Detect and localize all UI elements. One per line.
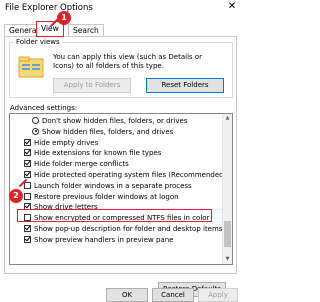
tab-search[interactable]: Search <box>68 24 104 36</box>
checkbox[interactable] <box>24 138 31 146</box>
highlight-annotation-box <box>17 209 212 222</box>
scroll-up-icon[interactable]: ▲ <box>223 114 232 123</box>
title-bar: File Explorer Options ✕ <box>0 0 241 16</box>
option-label: Hide empty drives <box>34 138 99 147</box>
reset-folders-button[interactable]: Reset Folders <box>146 78 224 93</box>
checkbox-option[interactable]: Hide empty drives <box>10 138 220 148</box>
option-label: Don't show hidden files, folders, or dri… <box>42 117 188 125</box>
tab-strip: General View Search <box>4 21 237 37</box>
checkbox-option[interactable]: Hide protected operating system files (R… <box>10 170 226 180</box>
option-label: Show hidden files, folders, and drives <box>42 127 174 136</box>
window-title: File Explorer Options <box>5 3 93 13</box>
scrollbar-thumb[interactable] <box>224 221 231 247</box>
checkbox[interactable] <box>24 192 31 200</box>
option-label: Show preview handlers in preview pane <box>34 235 174 244</box>
checkbox-option[interactable]: Restore previous folder windows at logon <box>10 192 220 202</box>
advanced-settings-label: Advanced settings: <box>10 104 78 112</box>
option-label: Hide folder merge conflicts <box>34 160 129 169</box>
folder-views-legend: Folder views <box>14 38 62 46</box>
option-label: Hide extensions for known file types <box>34 149 162 158</box>
radio-option[interactable]: Don't show hidden files, folders, or dri… <box>10 116 220 126</box>
radio-button[interactable] <box>32 127 39 135</box>
option-label: Restore previous folder windows at logon <box>34 192 179 201</box>
checkbox[interactable] <box>24 235 31 243</box>
checkbox[interactable] <box>24 181 31 189</box>
advanced-settings-list[interactable]: Don't show hidden files, folders, or dri… <box>9 113 233 265</box>
option-label: Launch folder windows in a separate proc… <box>34 181 192 190</box>
checkbox-option[interactable]: Hide extensions for known file types <box>10 148 220 158</box>
apply-to-folders-button[interactable]: Apply to Folders <box>53 78 131 93</box>
radio-button[interactable] <box>32 117 39 124</box>
folder-views-group: Folder views You can apply this view (su… <box>9 38 233 98</box>
checkbox-option[interactable]: Show preview handlers in preview pane <box>10 235 220 245</box>
folder-views-description: You can apply this view (such as Details… <box>53 53 203 70</box>
folder-views-icon <box>18 56 44 78</box>
radio-option[interactable]: Show hidden files, folders, and drives <box>10 127 220 137</box>
step-marker-1: 1 <box>57 11 71 25</box>
checkbox-option[interactable]: Show pop-up description for folder and d… <box>10 224 223 234</box>
option-label: Hide protected operating system files (R… <box>34 171 227 179</box>
view-tab-panel: Folder views You can apply this view (su… <box>4 36 237 274</box>
option-label: Show pop-up description for folder and d… <box>34 225 223 233</box>
step-marker-2: 2 <box>9 189 23 203</box>
checkbox-option[interactable]: Launch folder windows in a separate proc… <box>10 181 220 191</box>
checkbox[interactable] <box>24 160 31 168</box>
scroll-down-icon[interactable]: ▼ <box>223 255 232 264</box>
file-explorer-options-dialog: File Explorer Options ✕ General View Sea… <box>0 0 241 302</box>
close-icon[interactable]: ✕ <box>226 1 238 13</box>
checkbox[interactable] <box>24 149 31 157</box>
checkbox[interactable] <box>24 171 31 178</box>
checkbox[interactable] <box>24 225 31 232</box>
checkbox-option[interactable]: Hide folder merge conflicts <box>10 159 220 169</box>
scrollbar[interactable]: ▲ ▼ <box>222 114 232 264</box>
